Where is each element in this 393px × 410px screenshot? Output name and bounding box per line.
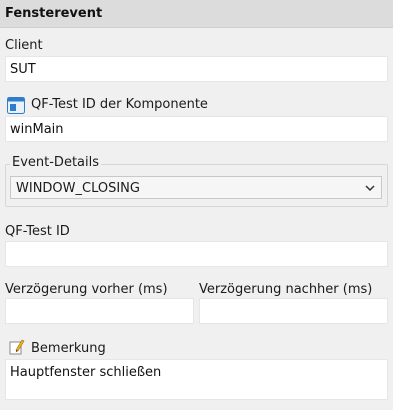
delay-after-field[interactable] [199,298,388,324]
panel-header: Fensterevent [0,0,393,28]
remark-textarea[interactable]: Hauptfenster schließen [5,359,388,400]
delay-before-label: Verzögerung vorher (ms) [5,282,168,297]
component-label: QF-Test ID der Komponente [31,97,208,112]
panel-title: Fensterevent [5,6,103,21]
client-field[interactable]: SUT [5,56,388,82]
pencil-icon[interactable] [9,339,25,359]
client-label: Client [5,38,43,53]
qftest-id-label: QF-Test ID [5,224,70,239]
component-id-field[interactable]: winMain [5,116,388,142]
client-value: SUT [10,62,36,77]
qftest-id-field[interactable] [5,241,388,267]
remark-label: Bemerkung [31,341,106,356]
event-type-value: WINDOW_CLOSING [16,181,140,196]
event-details-label: Event-Details [10,155,102,170]
delay-after-label: Verzögerung nachher (ms) [199,282,373,297]
remark-value: Hauptfenster schließen [10,365,162,380]
delay-before-field[interactable] [5,298,194,324]
component-id-value: winMain [10,122,64,137]
chevron-down-icon [364,182,376,194]
event-type-select[interactable]: WINDOW_CLOSING [10,176,382,199]
component-icon[interactable] [7,97,25,118]
